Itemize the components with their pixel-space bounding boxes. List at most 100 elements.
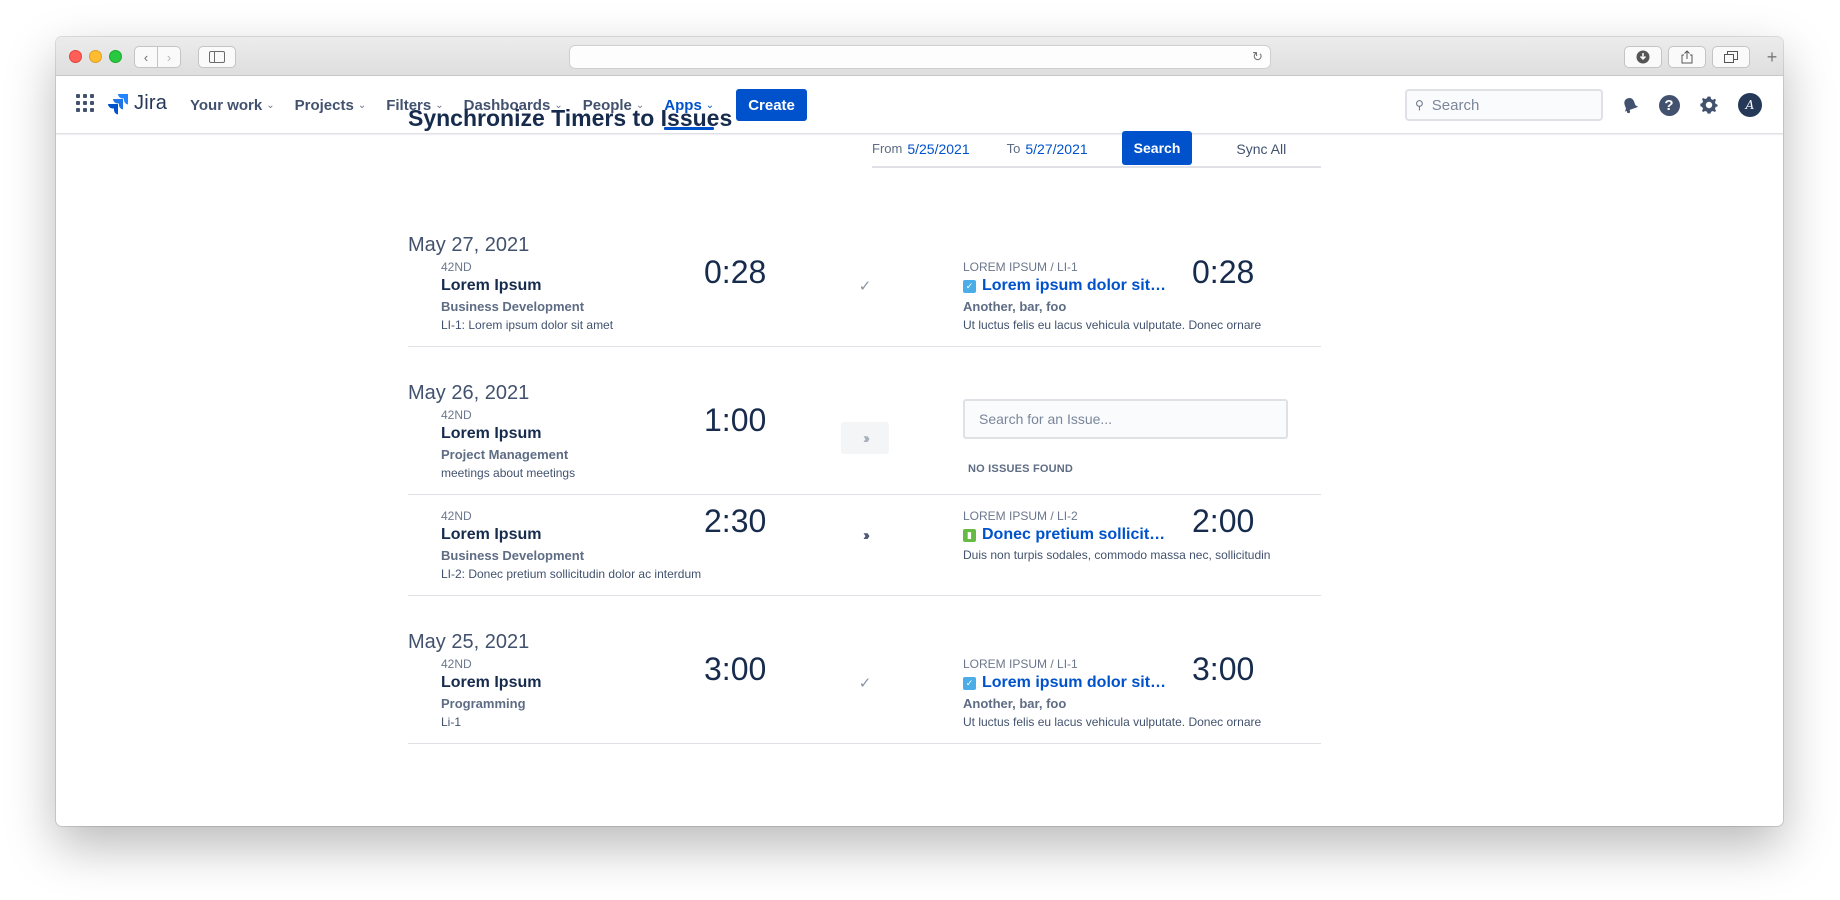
app-switcher-icon[interactable] xyxy=(76,94,94,112)
timer-entry: 42ND Lorem Ipsum Business Development LI… xyxy=(408,503,1321,596)
nav-your-work-label: Your work xyxy=(190,96,263,114)
timer-category: Programming xyxy=(441,696,526,711)
address-bar[interactable]: ↻ xyxy=(569,45,1271,69)
issue-description: Ut luctus felis eu lacus vehicula vulput… xyxy=(963,715,1262,729)
new-tab-button[interactable]: + xyxy=(1761,46,1783,68)
issue-description: Duis non turpis sodales, commodo massa n… xyxy=(963,548,1271,562)
timer-code: 42ND xyxy=(441,408,472,422)
timer-description: Li-1 xyxy=(441,715,462,729)
jira-logo-text: Jira xyxy=(134,92,168,114)
gear-icon xyxy=(1700,96,1718,114)
share-button[interactable] xyxy=(1668,46,1706,68)
timer-info: 42ND Lorem Ipsum Business Development LI… xyxy=(441,260,613,332)
nav-your-work[interactable]: Your work ⌄ xyxy=(190,76,275,134)
bell-icon xyxy=(1624,98,1639,114)
nav-projects[interactable]: Projects ⌄ xyxy=(295,76,367,134)
timer-info: 42ND Lorem Ipsum Business Development LI… xyxy=(441,509,701,581)
jira-logo-icon xyxy=(108,93,128,114)
chevron-down-icon: ⌄ xyxy=(266,99,275,111)
no-issues-message: NO ISSUES FOUND xyxy=(968,463,1074,475)
day-heading: May 26, 2021 xyxy=(408,382,530,404)
timer-code: 42ND xyxy=(441,509,472,523)
timer-name: Lorem Ipsum xyxy=(441,674,542,691)
from-date-picker[interactable]: 5/25/2021 xyxy=(907,141,969,157)
nav-projects-label: Projects xyxy=(294,96,354,114)
timer-entry: 42ND Lorem Ipsum Programming Li-1 3:00 ✓… xyxy=(408,651,1321,744)
issue-title-link[interactable]: Lorem ipsum dolor sit amet xyxy=(982,277,1168,295)
to-label: To xyxy=(1006,141,1021,156)
create-button[interactable]: Create xyxy=(736,89,807,121)
timer-duration: 3:00 xyxy=(704,651,767,687)
issue-logged-time: 0:28 xyxy=(1192,254,1255,290)
linked-issue: LOREM IPSUM / LI-1 ✓ Lorem ipsum dolor s… xyxy=(963,651,1293,729)
to-date-picker[interactable]: 5/27/2021 xyxy=(1025,141,1087,157)
downloads-button[interactable] xyxy=(1624,46,1662,68)
timer-name: Lorem Ipsum xyxy=(441,526,542,543)
story-type-icon: ▮ xyxy=(963,528,976,542)
tabs-icon xyxy=(1724,51,1738,63)
sync-timer-button[interactable]: ›› xyxy=(841,519,889,551)
timer-code: 42ND xyxy=(441,657,472,671)
timer-category: Business Development xyxy=(441,548,585,563)
settings-button[interactable] xyxy=(1698,94,1720,116)
timer-entry: 42ND Lorem Ipsum Business Development LI… xyxy=(408,254,1321,347)
global-search[interactable]: ⚲ xyxy=(1405,89,1603,121)
chevron-right-icon: › xyxy=(166,49,172,65)
issue-title-link[interactable]: Lorem ipsum dolor sit amet xyxy=(982,674,1168,692)
tabs-overview-button[interactable] xyxy=(1712,46,1750,68)
plus-icon: + xyxy=(1766,46,1778,67)
timer-description: LI-2: Donec pretium sollicitudin dolor a… xyxy=(441,567,702,581)
timer-description: meetings about meetings xyxy=(441,466,576,480)
issue-logged-time: 2:00 xyxy=(1192,503,1255,539)
timer-duration: 0:28 xyxy=(704,254,767,290)
search-icon: ⚲ xyxy=(1415,98,1424,112)
share-icon xyxy=(1681,50,1693,64)
search-button[interactable]: Search xyxy=(1121,130,1193,165)
avatar[interactable]: A xyxy=(1738,93,1762,117)
timer-name: Lorem Ipsum xyxy=(441,425,542,442)
day-heading: May 25, 2021 xyxy=(408,631,530,653)
back-button[interactable]: ‹ xyxy=(134,46,158,68)
timer-entry: 42ND Lorem Ipsum Project Management meet… xyxy=(408,399,1321,495)
timer-duration: 1:00 xyxy=(704,402,767,438)
sync-all-button[interactable]: Sync All xyxy=(1236,141,1286,157)
issue-search-field[interactable] xyxy=(963,399,1288,439)
issue-description: Ut luctus felis eu lacus vehicula vulput… xyxy=(963,318,1262,332)
timer-info: 42ND Lorem Ipsum Project Management meet… xyxy=(441,408,575,480)
minimize-window-button[interactable] xyxy=(89,50,102,63)
issue-logged-time: 3:00 xyxy=(1192,651,1255,687)
zoom-window-button[interactable] xyxy=(109,50,122,63)
double-chevron-right-icon: ›› xyxy=(863,429,870,447)
synced-status: ✓ xyxy=(841,667,889,699)
help-icon: ? xyxy=(1658,94,1680,116)
notifications-icon[interactable] xyxy=(1619,94,1641,116)
issue-labels: Another, bar, foo xyxy=(963,299,1067,314)
timer-description: LI-1: Lorem ipsum dolor sit amet xyxy=(441,318,614,332)
sidebar-toggle-button[interactable] xyxy=(198,46,236,68)
issue-search-input[interactable] xyxy=(979,411,1269,427)
global-search-input[interactable] xyxy=(1431,96,1582,114)
linked-issue: LOREM IPSUM / LI-2 ▮ Donec pretium solli… xyxy=(963,503,1293,562)
jira-logo[interactable]: Jira xyxy=(107,92,167,115)
day-heading: May 27, 2021 xyxy=(408,234,530,256)
close-window-button[interactable] xyxy=(69,50,82,63)
issue-title-link[interactable]: Donec pretium sollicitudin dolor xyxy=(982,526,1168,544)
synced-status: ✓ xyxy=(841,270,889,302)
from-label: From xyxy=(872,141,903,156)
task-type-icon: ✓ xyxy=(963,279,976,293)
sync-timer-button[interactable]: ›› xyxy=(841,422,889,454)
timer-category: Project Management xyxy=(441,447,569,462)
double-chevron-right-icon: ›› xyxy=(863,526,870,544)
reload-icon[interactable]: ↻ xyxy=(1252,49,1263,65)
forward-button[interactable]: › xyxy=(157,46,181,68)
jira-top-nav: Jira Your work ⌄ Projects ⌄ Filters ⌄ Dashb… xyxy=(56,76,1783,134)
timer-name: Lorem Ipsum xyxy=(441,277,542,294)
linked-issue: LOREM IPSUM / LI-1 ✓ Lorem ipsum dolor s… xyxy=(963,254,1293,332)
help-button[interactable]: ? xyxy=(1658,94,1680,116)
download-icon xyxy=(1636,50,1650,64)
sidebar-icon xyxy=(209,51,225,63)
chevron-left-icon: ‹ xyxy=(143,49,149,65)
browser-titlebar: ‹ › ↻ + xyxy=(56,37,1783,76)
timer-category: Business Development xyxy=(441,299,585,314)
chevron-down-icon: ⌄ xyxy=(357,99,367,111)
